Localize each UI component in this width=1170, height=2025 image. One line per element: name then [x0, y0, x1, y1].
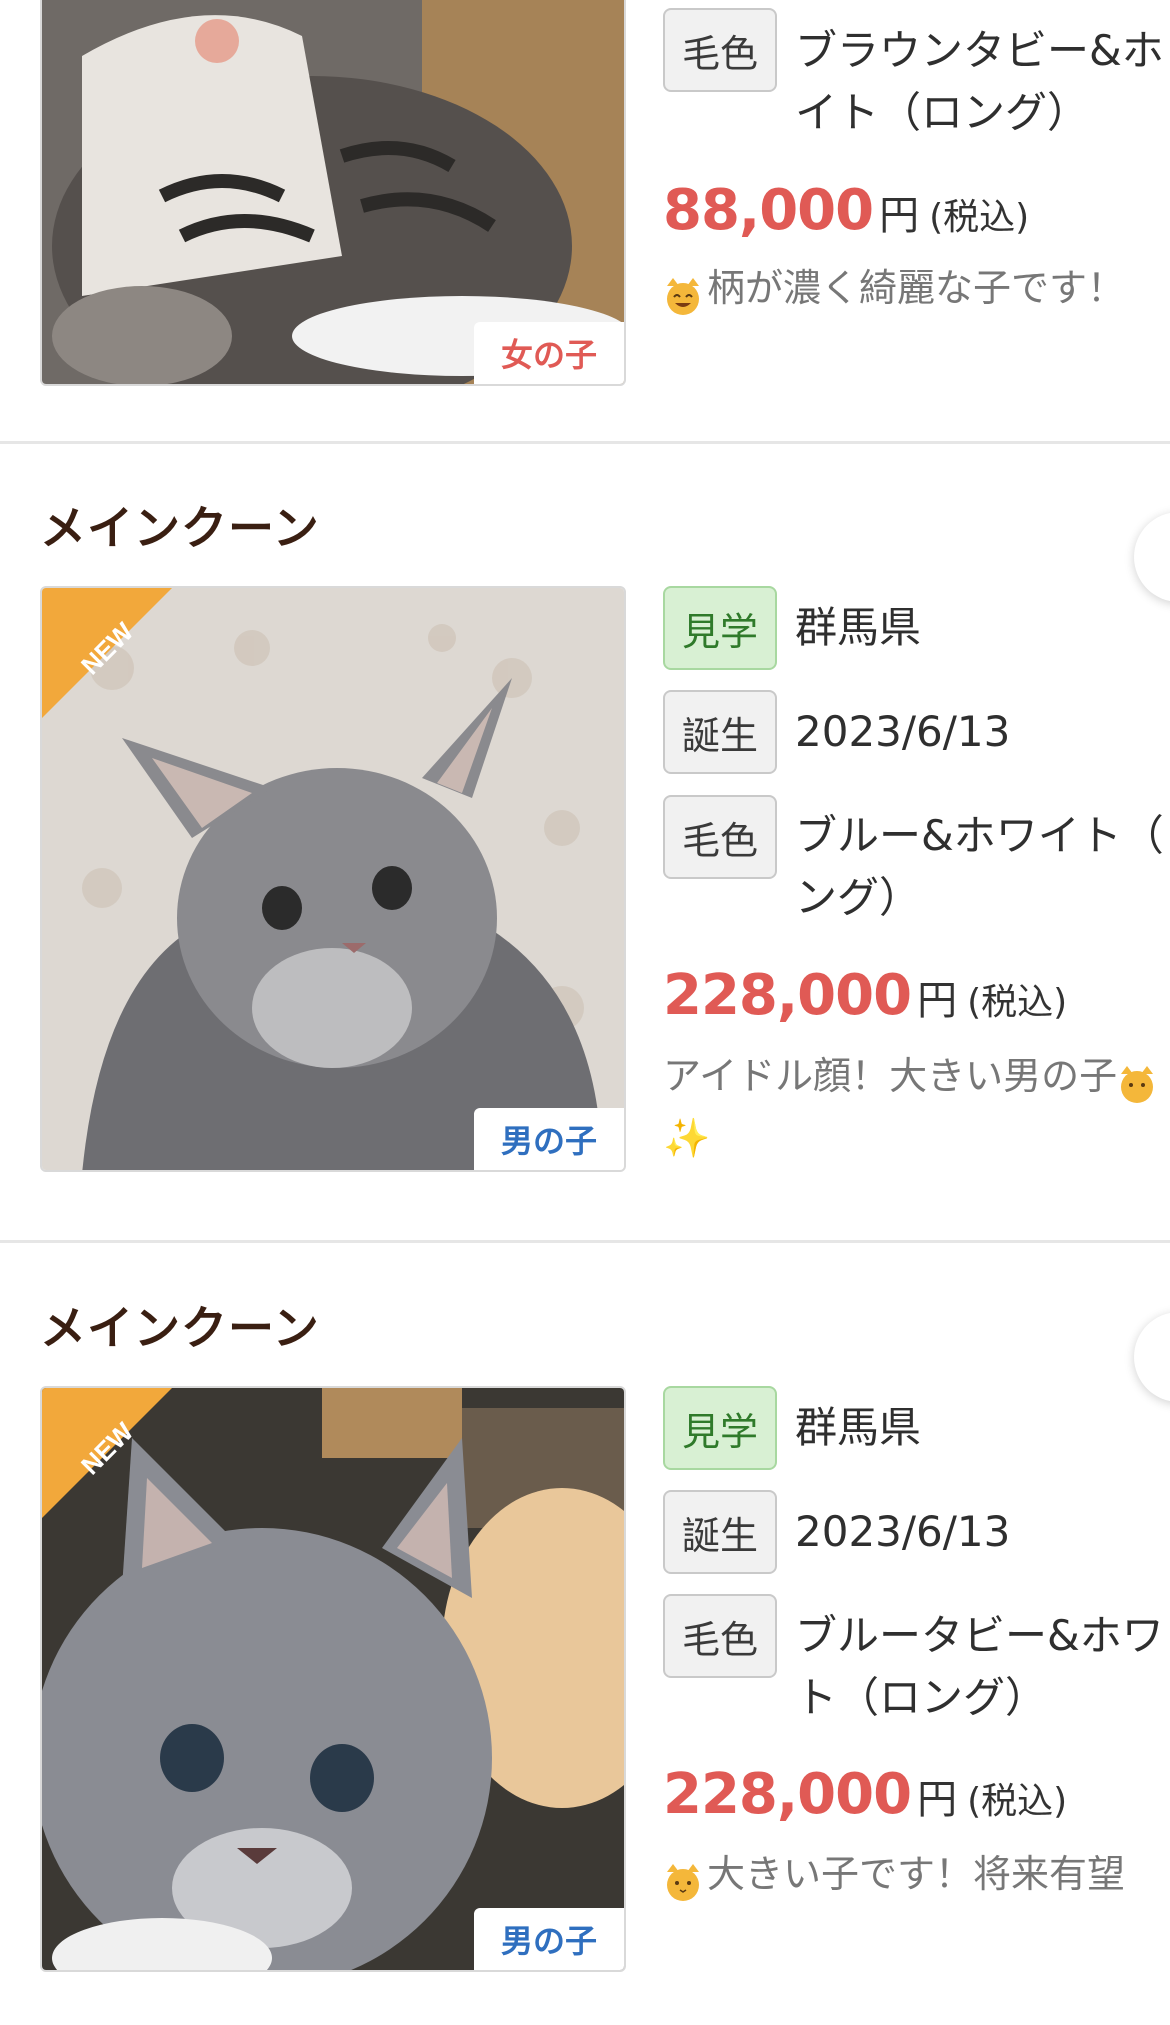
coat-color-tag: 毛色: [663, 1594, 777, 1678]
seller-comment: アイドル顔！大きい男の子: [663, 1044, 1161, 1108]
seller-comment: 大きい子です！将来有望: [663, 1842, 1125, 1906]
coat-color-value: ブルータビー&ホワ: [795, 1611, 1164, 1660]
visit-tag: 見学: [663, 1386, 777, 1470]
birth-tag: 誕生: [663, 1490, 777, 1574]
coat-color-value: ブラウンタビー&ホ: [795, 26, 1164, 75]
cat-photo-image: NEW: [42, 588, 624, 1170]
seller-comment: 柄が濃く綺麗な子です！: [663, 256, 1125, 320]
cat-photo-image: NEW: [42, 1388, 624, 1970]
cat-photo[interactable]: NEW 男の子: [40, 1386, 626, 1972]
coat-color-value-line2: イト（ロング）: [795, 88, 1090, 137]
seller-comment-text: 大きい子です！将来有望: [707, 1852, 1126, 1896]
breed-name: メインクーン: [40, 501, 320, 555]
birth-date-value: 2023/6/13: [795, 1507, 1011, 1556]
cat-photo[interactable]: NEW 男の子: [40, 586, 626, 1172]
seller-comment-text: アイドル顔！大きい男の子: [663, 1054, 1118, 1098]
price-unit: 円: [879, 193, 920, 239]
price-amount: 88,000: [663, 178, 874, 243]
breed-name: メインクーン: [40, 1301, 320, 1355]
coat-color-value: ブルー&ホワイト（: [795, 811, 1164, 860]
price-tax-label: (税込): [967, 1781, 1068, 1822]
coat-color-tag: 毛色: [663, 795, 777, 879]
sex-badge-male: 男の子: [474, 1908, 624, 1970]
birth-tag: 誕生: [663, 690, 777, 774]
price: 88,000 円 (税込): [663, 178, 1029, 243]
smiling-cat-emoji-icon: [663, 271, 703, 315]
seller-comment-line2: ✨: [663, 1106, 710, 1170]
price: 228,000 円 (税込): [663, 1762, 1067, 1827]
price-tax-label: (税込): [929, 197, 1030, 238]
cat-face-emoji-icon: [663, 1857, 703, 1901]
cat-photo[interactable]: 女の子: [40, 0, 626, 386]
cat-face-emoji-icon: [1117, 1059, 1157, 1103]
price-unit: 円: [917, 978, 958, 1024]
sex-badge-female: 女の子: [474, 322, 624, 384]
price-amount: 228,000: [663, 1762, 912, 1827]
favorite-button[interactable]: [1134, 1312, 1170, 1402]
price-unit: 円: [917, 1777, 958, 1823]
sparkles-emoji-icon: ✨: [663, 1116, 711, 1160]
location-value: 群馬県: [795, 603, 922, 652]
price-tax-label: (税込): [967, 982, 1068, 1023]
coat-color-value-line2: ング）: [795, 873, 922, 922]
location-value: 群馬県: [795, 1403, 922, 1452]
visit-tag: 見学: [663, 586, 777, 670]
favorite-button[interactable]: [1134, 512, 1170, 602]
price: 228,000 円 (税込): [663, 963, 1067, 1028]
seller-comment-text: 柄が濃く綺麗な子です！: [707, 266, 1126, 310]
coat-color-value-line2: ト（ロング）: [795, 1673, 1048, 1722]
price-amount: 228,000: [663, 963, 912, 1028]
divider: [0, 1240, 1170, 1243]
sex-badge-male: 男の子: [474, 1108, 624, 1170]
divider: [0, 441, 1170, 444]
birth-date-value: 2023/6/13: [795, 707, 1011, 756]
coat-color-tag: 毛色: [663, 8, 777, 92]
